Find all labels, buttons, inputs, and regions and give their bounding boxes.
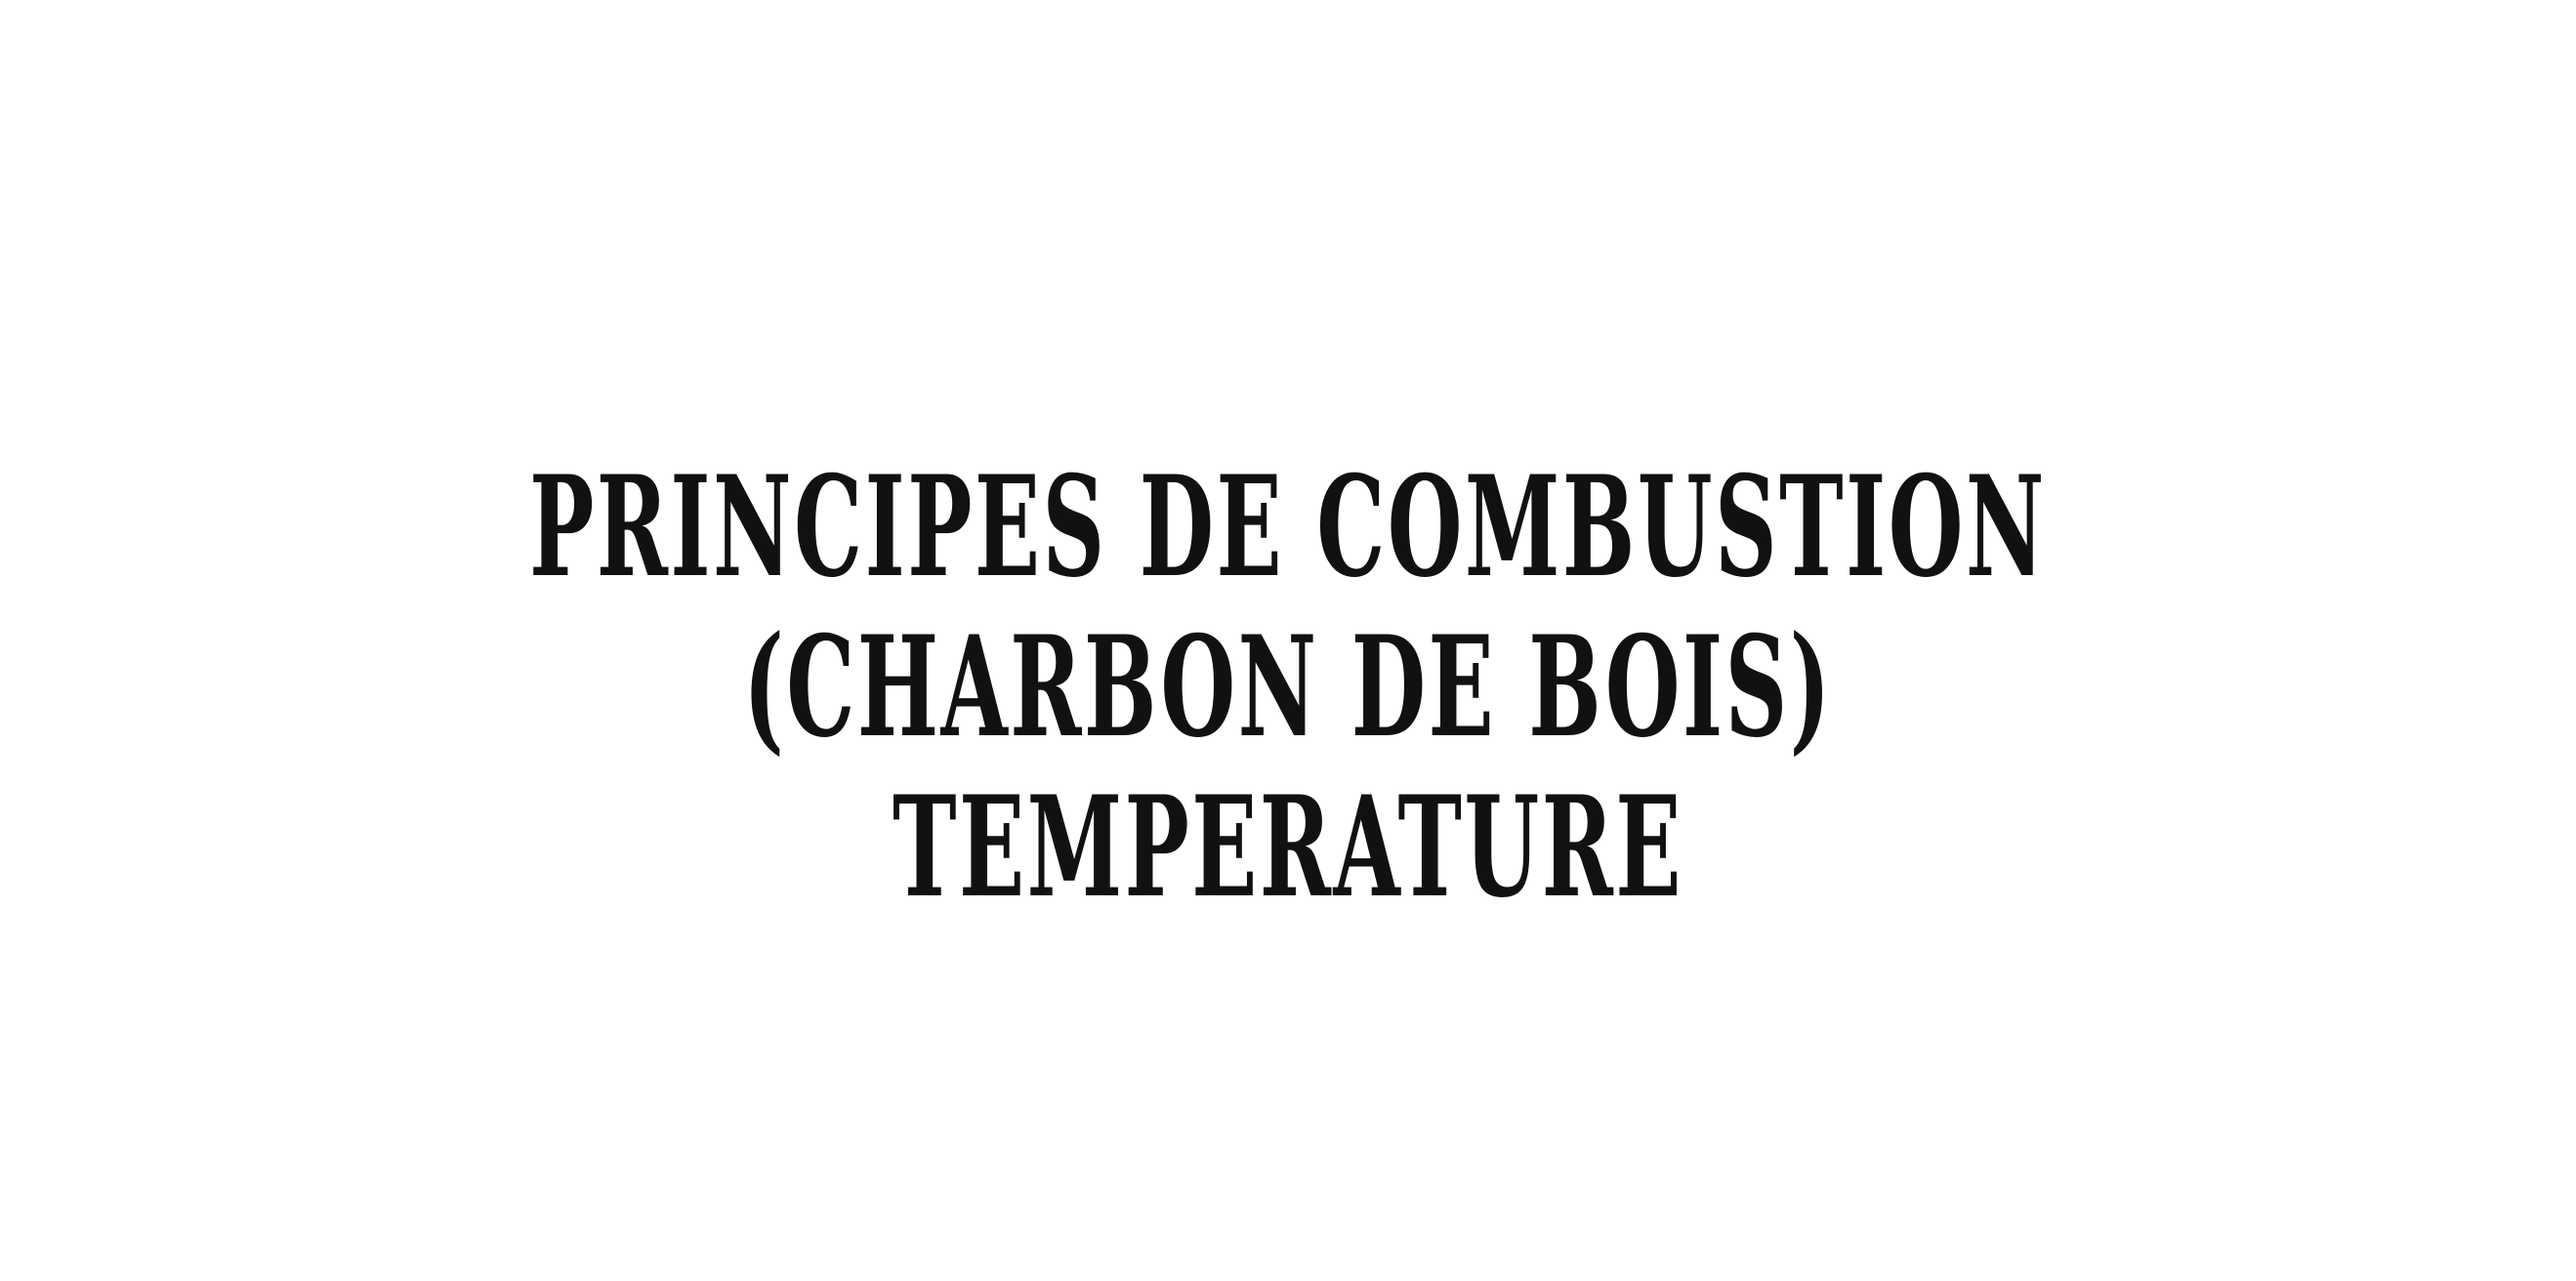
slide-title: PRINCIPES DE COMBUSTION (CHARBON DE BOIS… [489, 447, 2087, 928]
title-line-1: PRINCIPES DE COMBUSTION [529, 446, 2047, 608]
title-line-3: TEMPERATURE [893, 766, 1683, 929]
title-line-2: (CHARBON DE BOIS) [743, 606, 1833, 768]
slide: PRINCIPES DE COMBUSTION (CHARBON DE BOIS… [0, 0, 2576, 1281]
